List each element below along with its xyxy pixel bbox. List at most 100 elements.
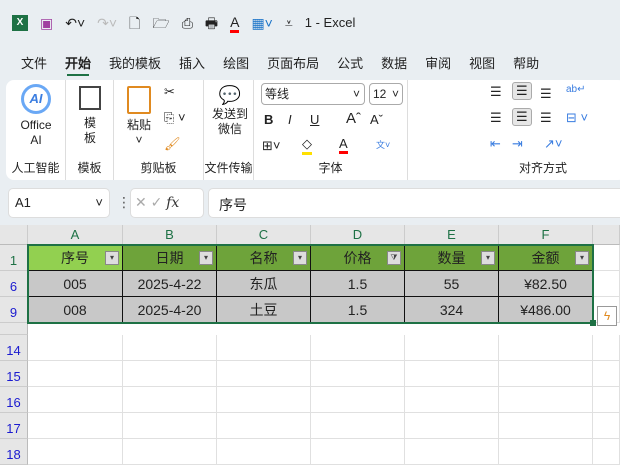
cell[interactable] [28,413,123,439]
align-left-icon[interactable]: ☰ [490,110,502,126]
column-header-B[interactable]: B [123,225,217,245]
print-preview-icon[interactable]: ⎙ [182,12,193,34]
row-header-9[interactable]: 9 [0,297,28,323]
template-button[interactable]: 模板 [74,86,106,146]
column-header-F[interactable]: F [499,225,593,245]
wrap-text-icon[interactable]: ab↵ [566,84,586,95]
cell[interactable] [405,439,499,465]
cell[interactable] [593,413,620,439]
copy-icon[interactable]: ⎘ ˅ [164,110,186,126]
new-file-icon[interactable]: 🗋 [129,12,140,34]
cell[interactable] [593,387,620,413]
decrease-indent-icon[interactable]: ⇤ [490,136,501,152]
borders-icon[interactable]: ⊞˅ [262,138,280,154]
spreadsheet-grid[interactable]: A B C D E F 1 6 9 14 15 16 17 18 序号 ▾ 日期 ▾ 名称 ▾ 价格 ⧩ 数量 ▾ 金额 ▾ 005… [0,225,620,473]
data-cell[interactable]: 008 [28,297,123,323]
data-cell[interactable]: 55 [405,271,499,297]
column-header-E[interactable]: E [405,225,499,245]
cell[interactable] [405,413,499,439]
cell[interactable] [28,387,123,413]
row-header-6[interactable]: 6 [0,271,28,297]
paste-button[interactable]: 粘贴 ˅ [122,86,156,148]
underline-button[interactable]: U [310,112,319,127]
cell[interactable] [123,413,217,439]
data-cell[interactable]: ¥82.50 [499,271,593,297]
column-header-D[interactable]: D [311,225,405,245]
cell[interactable] [28,361,123,387]
send-wechat-button[interactable]: 💬 发送到微信 [212,86,248,137]
cell[interactable] [593,439,620,465]
cell[interactable] [217,361,311,387]
customize-qat-icon[interactable]: ⩡ [285,12,293,34]
column-header-A[interactable]: A [28,225,123,245]
bold-button[interactable]: B [264,112,273,127]
cell[interactable] [499,413,593,439]
header-cell[interactable]: 价格 ⧩ [311,245,405,271]
data-cell[interactable]: 2025-4-22 [123,271,217,297]
cell[interactable] [405,387,499,413]
header-cell[interactable]: 序号 ▾ [28,245,123,271]
row-header-15[interactable]: 15 [0,361,28,387]
cell[interactable] [499,361,593,387]
font-size-select[interactable]: 12 ˅ [369,83,403,105]
tab-view[interactable]: 视图 [460,52,504,76]
cell[interactable] [217,387,311,413]
cell[interactable] [593,245,620,271]
header-cell[interactable]: 数量 ▾ [405,245,499,271]
data-cell[interactable]: ¥486.00 [499,297,593,323]
filter-dropdown-icon[interactable]: ▾ [575,251,589,265]
tab-review[interactable]: 审阅 [416,52,460,76]
align-right-icon[interactable]: ☰ [540,110,552,126]
row-header-18[interactable]: 18 [0,439,28,465]
data-cell[interactable]: 土豆 [217,297,311,323]
more-icon[interactable]: ⋮ [117,194,131,211]
tab-data[interactable]: 数据 [372,52,416,76]
formula-input[interactable]: 序号 [208,188,620,218]
tab-formulas[interactable]: 公式 [328,52,372,76]
tab-page-layout[interactable]: 页面布局 [258,52,328,76]
cell[interactable] [405,335,499,361]
align-middle-icon[interactable]: ☰ [512,82,532,100]
increase-font-icon[interactable]: Aˆ [346,110,361,127]
tab-help[interactable]: 帮助 [504,52,548,76]
merge-center-icon[interactable]: ⊟ ˅ [566,110,588,126]
header-cell[interactable]: 名称 ▾ [217,245,311,271]
format-painter-icon[interactable]: 🖌 [164,136,181,152]
fill-color-icon[interactable]: ◇ [302,136,312,155]
insert-function-button[interactable]: fx [166,195,179,211]
cell[interactable] [311,361,405,387]
cut-icon[interactable]: ✂ [164,84,175,100]
cell[interactable] [217,335,311,361]
font-color-icon[interactable]: A [339,136,348,154]
data-cell[interactable]: 东瓜 [217,271,311,297]
select-all-button[interactable] [0,225,28,245]
undo-icon[interactable]: ↶˅ [65,12,85,34]
italic-button[interactable]: I [288,112,292,127]
filter-active-icon[interactable]: ⧩ [387,251,401,265]
font-name-select[interactable]: 等线 ˅ [261,83,365,105]
align-bottom-icon[interactable]: ☰ [540,86,552,102]
tab-file[interactable]: 文件 [12,52,56,76]
filter-dropdown-icon[interactable]: ▾ [199,251,213,265]
row-header-17[interactable]: 17 [0,413,28,439]
cell[interactable] [28,335,123,361]
data-cell[interactable]: 005 [28,271,123,297]
data-cell[interactable]: 1.5 [311,271,405,297]
freeze-panes-icon[interactable]: ▦˅ [251,12,272,34]
orientation-icon[interactable]: ↗˅ [544,136,562,152]
decrease-font-icon[interactable]: Aˇ [370,112,383,127]
cell[interactable] [311,439,405,465]
enter-icon[interactable]: ✓ [151,194,163,210]
redo-icon[interactable]: ↷˅ [97,12,117,34]
increase-indent-icon[interactable]: ⇥ [512,136,523,152]
cell[interactable] [123,387,217,413]
cell[interactable] [217,413,311,439]
office-ai-button[interactable]: AI Office AI [10,84,62,148]
column-header-C[interactable]: C [217,225,311,245]
header-cell[interactable]: 金额 ▾ [499,245,593,271]
tab-home[interactable]: 开始 [56,52,100,76]
align-center-icon[interactable]: ☰ [512,108,532,126]
row-header-14[interactable]: 14 [0,335,28,361]
cell[interactable] [499,439,593,465]
data-cell[interactable]: 324 [405,297,499,323]
